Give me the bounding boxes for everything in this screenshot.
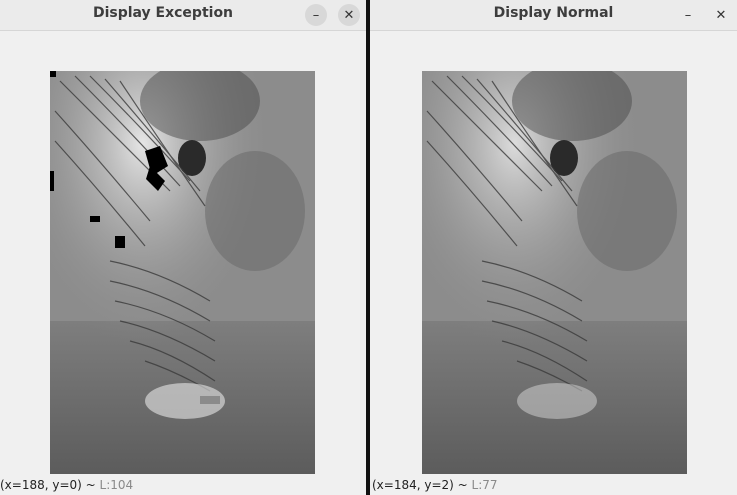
window-title: Display Exception [92,5,234,21]
status-lvalue: L:77 [471,478,498,492]
title-bar[interactable]: Display Normal – ✕ [370,0,737,31]
minimize-icon: – [312,7,320,23]
zebra-image-normal [422,71,687,474]
image-canvas[interactable] [50,71,315,474]
close-button[interactable]: ✕ [710,4,732,26]
minimize-button[interactable]: – [305,4,327,26]
status-lvalue: L:104 [99,478,134,492]
status-coords: (x=188, y=0) ~ [0,478,100,492]
minimize-button[interactable]: – [677,4,699,26]
title-bar[interactable]: Display Exception – ✕ [0,0,366,31]
window-display-normal[interactable]: Display Normal – ✕ (x=184, y=2) ~ L:77 [370,0,737,495]
status-bar: (x=188, y=0) ~ L:104 [0,478,133,492]
status-coords: (x=184, y=2) ~ [372,478,472,492]
close-icon: ✕ [715,7,727,23]
minimize-icon: – [684,7,692,23]
image-canvas[interactable] [422,71,687,474]
status-bar: (x=184, y=2) ~ L:77 [372,478,498,492]
zebra-image-exception [50,71,315,474]
close-icon: ✕ [343,7,355,23]
close-button[interactable]: ✕ [338,4,360,26]
window-display-exception[interactable]: Display Exception – ✕ (x=188, y=0) ~ L:1… [0,0,366,495]
